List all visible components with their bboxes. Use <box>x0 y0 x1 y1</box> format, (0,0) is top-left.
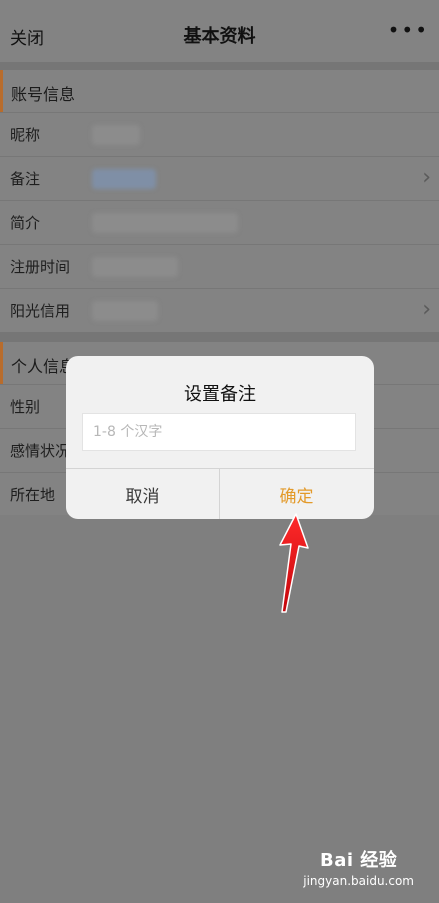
row-label: 性别 <box>10 398 41 416</box>
row-remark[interactable]: 备注 › <box>0 156 439 200</box>
navigation-bar: 关闭 基本资料 ••• <box>0 0 439 62</box>
more-dots-icon[interactable]: ••• <box>388 18 429 42</box>
chevron-right-icon: › <box>422 165 431 190</box>
section-gap <box>0 62 439 70</box>
remark-input[interactable] <box>82 413 356 451</box>
page-title: 基本资料 <box>183 26 256 47</box>
row-label: 注册时间 <box>10 258 71 276</box>
dialog-title: 设置备注 <box>184 384 256 405</box>
row-label: 所在地 <box>10 486 56 504</box>
account-section: 账号信息 昵称 备注 › 简介 注册时间 阳光信用 › <box>0 70 439 332</box>
confirm-button[interactable]: 确定 <box>220 469 373 519</box>
chevron-right-icon: › <box>422 297 431 322</box>
row-bio: 简介 <box>0 200 439 244</box>
row-nickname: 昵称 <box>0 112 439 156</box>
section-gap <box>0 332 439 342</box>
row-label: 昵称 <box>10 126 41 144</box>
blurred-value <box>92 213 238 233</box>
section-title: 账号信息 <box>11 85 76 104</box>
watermark-url: jingyan.baidu.com <box>303 874 414 888</box>
row-register-time: 注册时间 <box>0 244 439 288</box>
row-label: 简介 <box>10 214 41 232</box>
row-label: 感情状况 <box>10 442 71 460</box>
watermark: Bai 经验 jingyan.baidu.com <box>303 846 414 888</box>
row-sunshine-credit[interactable]: 阳光信用 › <box>0 288 439 332</box>
blurred-value <box>92 257 178 277</box>
row-label: 备注 <box>10 170 41 188</box>
watermark-logo: Bai 经验 <box>319 850 398 871</box>
blurred-value <box>92 301 158 321</box>
set-remark-dialog: 设置备注 取消 确定 <box>66 356 374 519</box>
section-header-account: 账号信息 <box>0 70 439 112</box>
row-label: 阳光信用 <box>10 302 71 320</box>
blurred-value <box>92 125 140 145</box>
blurred-value <box>92 169 156 189</box>
cancel-button[interactable]: 取消 <box>66 469 219 519</box>
